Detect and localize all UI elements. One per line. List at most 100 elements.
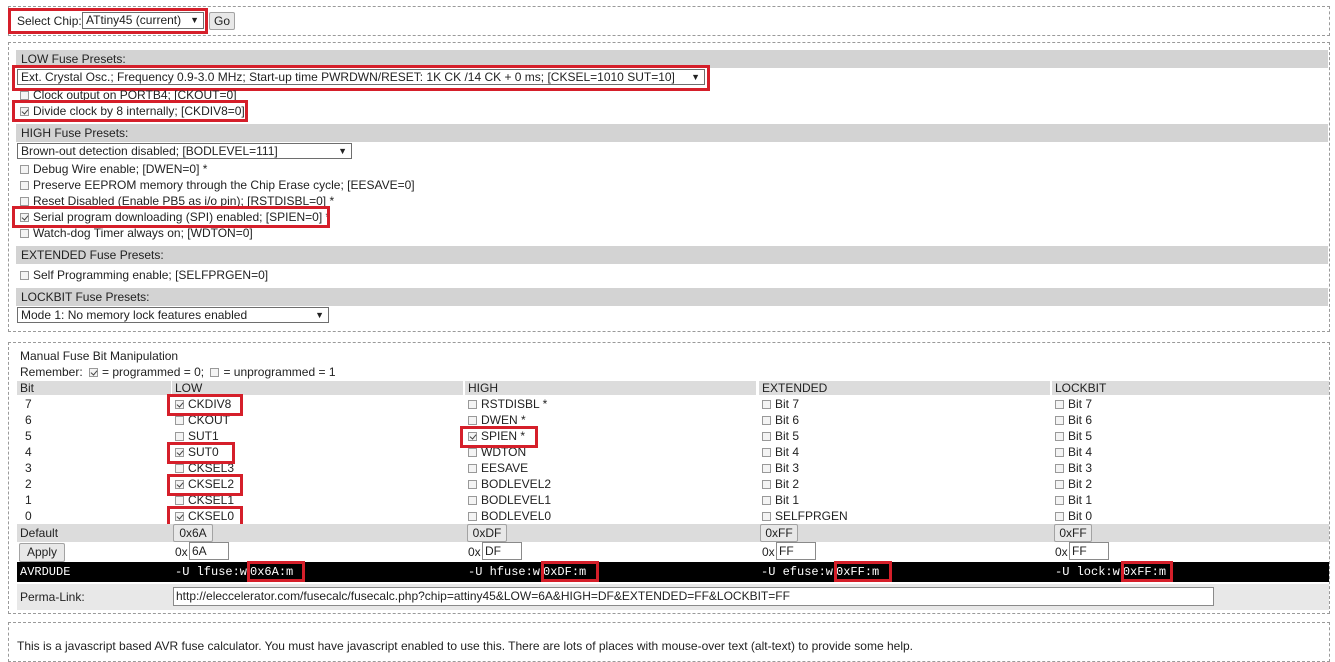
checkbox[interactable]: [762, 400, 771, 409]
ext-bit-5[interactable]: Bit 5: [762, 429, 799, 443]
checkbox-checked[interactable]: [20, 213, 29, 222]
checkbox-checked[interactable]: [175, 448, 184, 457]
checkbox[interactable]: [1055, 512, 1064, 521]
low-bit-6[interactable]: CKOUT: [175, 413, 230, 427]
hex-input-low[interactable]: 6A: [189, 542, 229, 560]
lock-bit-6[interactable]: Bit 6: [1055, 413, 1092, 427]
ext-bit-7[interactable]: Bit 7: [762, 397, 799, 411]
checkbox-checked[interactable]: [175, 400, 184, 409]
checkbox[interactable]: [20, 165, 29, 174]
checkbox[interactable]: [468, 448, 477, 457]
low-preset-select[interactable]: Ext. Crystal Osc.; Frequency 0.9-3.0 MHz…: [17, 69, 705, 85]
checkbox[interactable]: [468, 464, 477, 473]
apply-button[interactable]: Apply: [19, 543, 65, 562]
checkbox[interactable]: [468, 400, 477, 409]
checkbox[interactable]: [20, 91, 29, 100]
bit-number: 6: [25, 413, 32, 427]
checkbox[interactable]: [468, 416, 477, 425]
checkbox-checked[interactable]: [175, 512, 184, 521]
lock-bit-2[interactable]: Bit 2: [1055, 477, 1092, 491]
high-bit-6[interactable]: DWEN *: [468, 413, 526, 427]
checkbox-checked[interactable]: [20, 107, 29, 116]
high-bit-3[interactable]: EESAVE: [468, 461, 528, 475]
hex-input-lock[interactable]: FF: [1069, 542, 1109, 560]
ext-bit-0[interactable]: SELFPRGEN: [762, 509, 848, 523]
lock-bit-3[interactable]: Bit 3: [1055, 461, 1092, 475]
bit-label: RSTDISBL *: [481, 397, 548, 411]
checkbox[interactable]: [175, 464, 184, 473]
low-bit-1[interactable]: CKSEL1: [175, 493, 234, 507]
hex-input-high[interactable]: DF: [482, 542, 522, 560]
hex-input-ext[interactable]: FF: [776, 542, 816, 560]
checkbox[interactable]: [762, 496, 771, 505]
bit-label: BODLEVEL2: [481, 477, 552, 491]
lock-bit-7[interactable]: Bit 7: [1055, 397, 1092, 411]
ext-bit-2[interactable]: Bit 2: [762, 477, 799, 491]
checkbox[interactable]: [1055, 400, 1064, 409]
checkbox[interactable]: [468, 512, 477, 521]
checkbox[interactable]: [175, 432, 184, 441]
checkbox[interactable]: [1055, 496, 1064, 505]
high-bit-7[interactable]: RSTDISBL *: [468, 397, 547, 411]
low-option-ckdiv8[interactable]: Divide clock by 8 internally; [CKDIV8=0]: [20, 104, 245, 118]
checkbox[interactable]: [762, 416, 771, 425]
high-option-dwen[interactable]: Debug Wire enable; [DWEN=0] *: [20, 162, 207, 176]
high-option-eesave[interactable]: Preserve EEPROM memory through the Chip …: [20, 178, 415, 192]
high-bit-4[interactable]: WDTON: [468, 445, 526, 459]
high-bit-0[interactable]: BODLEVEL0: [468, 509, 551, 523]
checkbox-checked[interactable]: [468, 432, 477, 441]
checkbox[interactable]: [762, 464, 771, 473]
lock-bit-5[interactable]: Bit 5: [1055, 429, 1092, 443]
low-bit-4[interactable]: SUT0: [175, 445, 219, 459]
checkbox-checked[interactable]: [175, 480, 184, 489]
high-option-wdton[interactable]: Watch-dog Timer always on; [WDTON=0]: [20, 226, 253, 240]
bit-label: Bit 2: [775, 477, 800, 491]
checkbox[interactable]: [20, 229, 29, 238]
checkbox[interactable]: [468, 496, 477, 505]
default-high-button[interactable]: 0xDF: [467, 524, 507, 542]
default-low-button[interactable]: 0x6A: [173, 524, 213, 542]
default-lock-button[interactable]: 0xFF: [1054, 524, 1092, 542]
low-bit-3[interactable]: CKSEL3: [175, 461, 234, 475]
checkbox[interactable]: [1055, 464, 1064, 473]
bit-label: Bit 4: [1068, 445, 1093, 459]
low-bit-2[interactable]: CKSEL2: [175, 477, 234, 491]
ext-bit-4[interactable]: Bit 4: [762, 445, 799, 459]
checkbox[interactable]: [762, 480, 771, 489]
checkbox[interactable]: [20, 197, 29, 206]
checkbox[interactable]: [20, 271, 29, 280]
checkbox[interactable]: [1055, 432, 1064, 441]
checkbox[interactable]: [175, 496, 184, 505]
checkbox[interactable]: [1055, 448, 1064, 457]
checkbox[interactable]: [762, 432, 771, 441]
default-ext-button[interactable]: 0xFF: [760, 524, 798, 542]
lock-bit-1[interactable]: Bit 1: [1055, 493, 1092, 507]
high-bit-1[interactable]: BODLEVEL1: [468, 493, 551, 507]
checkbox[interactable]: [175, 416, 184, 425]
checkbox[interactable]: [762, 448, 771, 457]
high-option-rstdisbl[interactable]: Reset Disabled (Enable PB5 as i/o pin); …: [20, 194, 334, 208]
ext-bit-3[interactable]: Bit 3: [762, 461, 799, 475]
checkbox[interactable]: [762, 512, 771, 521]
ext-option-selfprgen[interactable]: Self Programming enable; [SELFPRGEN=0]: [20, 268, 268, 282]
go-button[interactable]: Go: [209, 12, 235, 30]
lockbit-preset-select[interactable]: Mode 1: No memory lock features enabled …: [17, 307, 329, 323]
low-option-ckout[interactable]: Clock output on PORTB4; [CKOUT=0]: [20, 88, 237, 102]
lock-bit-0[interactable]: Bit 0: [1055, 509, 1092, 523]
low-bit-0[interactable]: CKSEL0: [175, 509, 234, 523]
ext-bit-6[interactable]: Bit 6: [762, 413, 799, 427]
high-option-spien[interactable]: Serial program downloading (SPI) enabled…: [20, 210, 330, 224]
lock-bit-4[interactable]: Bit 4: [1055, 445, 1092, 459]
low-bit-5[interactable]: SUT1: [175, 429, 219, 443]
high-bit-5[interactable]: SPIEN *: [468, 429, 525, 443]
ext-bit-1[interactable]: Bit 1: [762, 493, 799, 507]
high-bit-2[interactable]: BODLEVEL2: [468, 477, 551, 491]
checkbox[interactable]: [1055, 416, 1064, 425]
permalink-input[interactable]: http://eleccelerator.com/fusecalc/fuseca…: [173, 587, 1214, 606]
checkbox[interactable]: [1055, 480, 1064, 489]
checkbox[interactable]: [468, 480, 477, 489]
high-preset-select[interactable]: Brown-out detection disabled; [BODLEVEL=…: [17, 143, 352, 159]
chip-select-dropdown[interactable]: ATtiny45 (current) ▼: [82, 12, 204, 29]
low-bit-7[interactable]: CKDIV8: [175, 397, 231, 411]
checkbox[interactable]: [20, 181, 29, 190]
